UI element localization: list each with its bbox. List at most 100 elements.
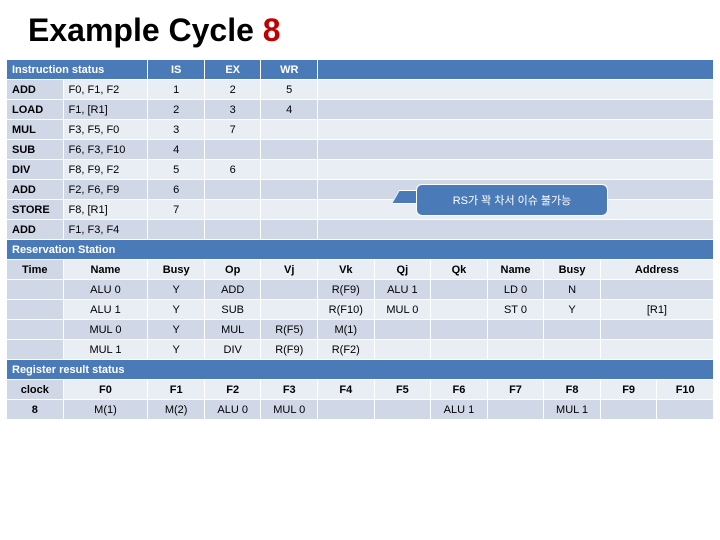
cell: ADD xyxy=(7,80,64,100)
cell xyxy=(600,320,713,340)
cell xyxy=(544,340,601,360)
cell: Address xyxy=(600,260,713,280)
cell: 3 xyxy=(204,100,261,120)
cell: Name xyxy=(487,260,544,280)
cell: M(2) xyxy=(148,400,205,420)
cell: F6, F3, F10 xyxy=(63,140,148,160)
cell: Vj xyxy=(261,260,318,280)
cell xyxy=(374,320,431,340)
cell xyxy=(7,340,64,360)
cell: Qj xyxy=(374,260,431,280)
table-row: 8 M(1) M(2) ALU 0 MUL 0 ALU 1 MUL 1 xyxy=(7,400,714,420)
cell xyxy=(600,340,713,360)
cell: F5 xyxy=(374,380,431,400)
cell: 2 xyxy=(204,80,261,100)
instr-col-is: IS xyxy=(148,60,205,80)
cell: Busy xyxy=(544,260,601,280)
table-row: ADD F0, F1, F2 1 2 5 xyxy=(7,80,714,100)
cell: F3 xyxy=(261,380,318,400)
cell xyxy=(261,120,318,140)
callout-text: RS가 꽉 차서 이슈 불가능 xyxy=(453,192,572,208)
cell: Vk xyxy=(318,260,375,280)
cell: 7 xyxy=(204,120,261,140)
cell: MUL 1 xyxy=(63,340,148,360)
cell xyxy=(487,400,544,420)
cell: 1 xyxy=(148,80,205,100)
cell: F8, [R1] xyxy=(63,200,148,220)
cell: F2 xyxy=(204,380,261,400)
cell: 8 xyxy=(7,400,64,420)
cell: R(F9) xyxy=(261,340,318,360)
cell: M(1) xyxy=(318,320,375,340)
cell: 6 xyxy=(204,160,261,180)
title-prefix: Example Cycle xyxy=(28,12,263,48)
cell: F7 xyxy=(487,380,544,400)
cell: R(F10) xyxy=(318,300,375,320)
callout-bubble: RS가 꽉 차서 이슈 불가능 xyxy=(416,184,608,216)
cell xyxy=(204,180,261,200)
cell: 7 xyxy=(148,200,205,220)
reg-header: Register result status xyxy=(7,360,714,380)
cell xyxy=(148,220,205,240)
cell xyxy=(318,220,714,240)
cell xyxy=(431,340,488,360)
cell: ALU 1 xyxy=(374,280,431,300)
cell: R(F5) xyxy=(261,320,318,340)
rs-header: Reservation Station xyxy=(7,240,714,260)
cell xyxy=(544,320,601,340)
cell: 4 xyxy=(148,140,205,160)
instr-col-wr: WR xyxy=(261,60,318,80)
cell: ST 0 xyxy=(487,300,544,320)
cell: 4 xyxy=(261,100,318,120)
cell xyxy=(204,140,261,160)
cell: 6 xyxy=(148,180,205,200)
cell xyxy=(7,300,64,320)
cell xyxy=(318,140,714,160)
cell: STORE xyxy=(7,200,64,220)
cell: ADD xyxy=(7,180,64,200)
table-row: Time Name Busy Op Vj Vk Qj Qk Name Busy … xyxy=(7,260,714,280)
cell: Y xyxy=(148,300,205,320)
cell xyxy=(374,340,431,360)
instr-header: Instruction status xyxy=(7,60,148,80)
cell: [R1] xyxy=(600,300,713,320)
cell: F1, [R1] xyxy=(63,100,148,120)
cell xyxy=(318,100,714,120)
title-cycle: 8 xyxy=(263,12,281,48)
cell: SUB xyxy=(7,140,64,160)
cell: F1, F3, F4 xyxy=(63,220,148,240)
instr-col-ex: EX xyxy=(204,60,261,80)
cell: F2, F6, F9 xyxy=(63,180,148,200)
cell: Y xyxy=(148,280,205,300)
cell: R(F2) xyxy=(318,340,375,360)
cell: R(F9) xyxy=(318,280,375,300)
page-title: Example Cycle 8 xyxy=(0,0,720,59)
cell xyxy=(261,200,318,220)
cell: LD 0 xyxy=(487,280,544,300)
cell: ADD xyxy=(7,220,64,240)
table-row: SUB F6, F3, F10 4 xyxy=(7,140,714,160)
cell xyxy=(261,180,318,200)
cell xyxy=(261,160,318,180)
cell: SUB xyxy=(204,300,261,320)
cell: ALU 0 xyxy=(63,280,148,300)
table-row: ADD F1, F3, F4 xyxy=(7,220,714,240)
cell: MUL 0 xyxy=(261,400,318,420)
cell: Y xyxy=(148,340,205,360)
cell: MUL 1 xyxy=(544,400,601,420)
cell: ADD xyxy=(204,280,261,300)
cell xyxy=(431,320,488,340)
cell: Name xyxy=(63,260,148,280)
cell: LOAD xyxy=(7,100,64,120)
table-row: MUL F3, F5, F0 3 7 xyxy=(7,120,714,140)
table-row: LOAD F1, [R1] 2 3 4 xyxy=(7,100,714,120)
cell: Y xyxy=(544,300,601,320)
cell: ALU 1 xyxy=(431,400,488,420)
cell: DIV xyxy=(204,340,261,360)
cell xyxy=(487,320,544,340)
cell: 3 xyxy=(148,120,205,140)
cell: F0 xyxy=(63,380,148,400)
cell xyxy=(318,80,714,100)
cell xyxy=(374,400,431,420)
cell xyxy=(204,220,261,240)
